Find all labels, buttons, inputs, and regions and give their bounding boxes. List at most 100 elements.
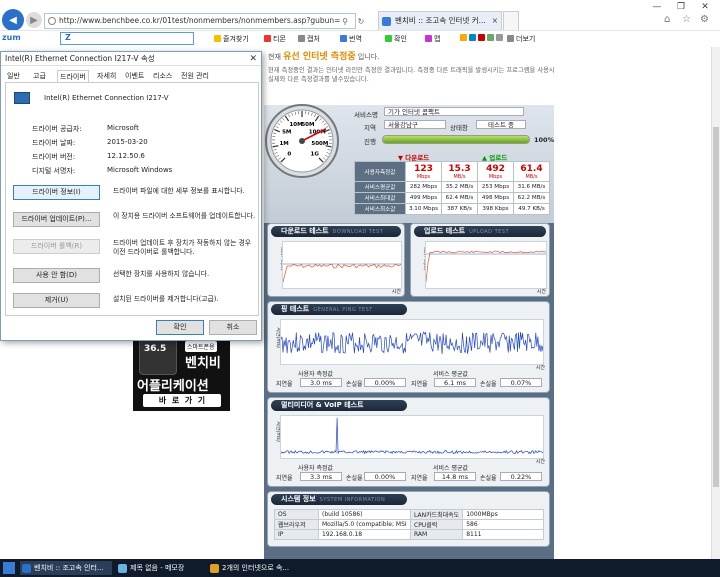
benchbee-speedtest: 현재 유선 인터넷 측정중 입니다. 현재 측정중인 결과는 인터넷 라인만 측… <box>264 47 711 559</box>
table-row: IP 192.168.0.18 RAM 8111 <box>274 529 544 540</box>
status-value: 테스트 중 <box>476 120 526 129</box>
service-value: 기가 인터넷 콤팩트 <box>384 107 524 116</box>
tab-driver[interactable]: 드라이버 <box>57 70 89 82</box>
back-button[interactable]: ◀ <box>2 9 24 31</box>
ping-user-loss: 0.00% <box>364 378 406 387</box>
windows-start-icon[interactable] <box>3 562 15 574</box>
favorite-item[interactable]: 번역 <box>340 34 362 44</box>
scrollbar-thumb[interactable] <box>713 127 719 487</box>
driver-details-button[interactable]: 드라이버 정보(I) <box>13 185 100 200</box>
ping-svc-loss: 0.07% <box>500 378 542 387</box>
ul-mbps: 498 Mbps <box>477 192 514 204</box>
tab-title: 벤치비 :: 조고속 인터넷 커... <box>395 16 486 25</box>
cancel-button[interactable]: 취소 <box>209 320 257 335</box>
unit-mbs: MB/s <box>525 173 538 180</box>
uninstall-button[interactable]: 제거(U) <box>13 293 100 308</box>
device-name: Intel(R) Ethernet Connection I217-V <box>44 94 169 102</box>
sysinfo-panel: 시스템 정보 SYSTEM INFORMATION OS (build 10586… <box>267 491 550 547</box>
prop-label: 디지털 서명자: <box>32 167 76 175</box>
favorite-item[interactable]: 맵 <box>425 34 440 44</box>
download-test-panel: 다운로드 테스트DOWNLOAD TEST 속도(Mbps) 시간 <box>267 223 405 297</box>
voip-user-label: 사용자 측정값 <box>298 465 334 472</box>
rollback-driver-button[interactable]: 드라이버 롤백(R) <box>13 239 100 254</box>
sysinfo-title: 시스템 정보 SYSTEM INFORMATION <box>271 494 407 505</box>
zum-search-input[interactable]: Z <box>60 32 194 45</box>
ok-button[interactable]: 확인 <box>156 320 204 335</box>
status-label: 상태창 <box>450 124 468 132</box>
close-icon[interactable]: ✕ <box>249 52 257 66</box>
results-table: 사용자측정값 123 Mbps 15.3 MB/s 492 Mbps 61.4 MB/s… <box>354 161 550 215</box>
row-label: 서비스최소값 <box>354 203 406 215</box>
page-icon <box>48 17 56 25</box>
benchbee-favicon <box>382 17 391 26</box>
voip-delay-label: 지연율 <box>411 475 428 482</box>
tab-power-management[interactable]: 전원 관리 <box>179 70 211 82</box>
ping-series <box>281 331 543 355</box>
uninstall-desc: 설치된 드라이버를 제거합니다(고급). <box>113 295 219 303</box>
favorite-item[interactable]: 확인 <box>385 34 407 44</box>
voip-graph <box>280 415 544 459</box>
maximize-icon[interactable]: ❐ <box>674 2 688 12</box>
taskbar-item[interactable]: 2개의 인터넷으로 속... <box>208 561 304 575</box>
close-tab-icon[interactable]: × <box>492 12 498 30</box>
tab-advanced[interactable]: 고급 <box>31 70 48 82</box>
unit-mbps: Mbps <box>488 173 503 180</box>
ping-test-title: 핑 테스트 GENERAL PING TEST <box>271 304 407 315</box>
home-icon[interactable]: ⌂ <box>664 14 670 25</box>
ping-service-label: 서비스 평균값 <box>433 371 469 378</box>
forward-button[interactable]: ▶ <box>26 12 42 28</box>
voip-loss-label: 손실율 <box>346 475 363 482</box>
taskbar-item[interactable]: 제목 없음 - 메모장 <box>116 561 206 575</box>
zum-logo[interactable]: zum <box>2 33 21 42</box>
ping-svc-delay: 6.1 ms <box>434 378 476 387</box>
taskbar: 벤치비 :: 조고속 인터... 제목 없음 - 메모장 2개의 인터넷으로 속… <box>0 559 720 577</box>
ie-icon <box>22 564 31 573</box>
prop-value: Microsoft Windows <box>107 166 173 174</box>
tab-details[interactable]: 자세히 <box>95 70 118 82</box>
disable-device-button[interactable]: 사용 안 함(D) <box>13 268 100 283</box>
toolbar-icons <box>460 34 505 42</box>
minimize-icon[interactable]: — <box>650 2 664 12</box>
tab-benchbee[interactable]: 벤치비 :: 조고속 인터넷 커... × <box>378 11 502 31</box>
tab-resources[interactable]: 리소스 <box>151 70 174 82</box>
benchbee-app-banner[interactable]: 36.5 스마트폰용 벤치비 어플리케이션 바 로 가 기 <box>133 331 230 411</box>
download-series <box>283 263 401 283</box>
dl-mbs: 387 KB/s <box>441 203 478 215</box>
gauge-hub <box>299 138 305 144</box>
region-value: 서울강남구 <box>384 120 446 129</box>
star-icon[interactable]: ☆ <box>682 14 691 25</box>
page-scrollbar[interactable] <box>711 47 720 559</box>
more-button[interactable]: 더보기 <box>507 34 535 44</box>
gear-icon[interactable]: ⚙ <box>700 14 709 25</box>
search-button[interactable]: ⚲ <box>338 13 352 29</box>
progress-bar <box>382 135 530 144</box>
speed-gauge: 01M5M10M50M100M500M1G <box>265 104 339 178</box>
table-row: OS (build 10586) LAN카드최대속도 1000MBps <box>274 509 544 520</box>
ping-loss-label: 손실율 <box>346 381 363 388</box>
tab-events[interactable]: 이벤트 <box>123 70 146 82</box>
ad-line2: 어플리케이션 <box>137 379 209 394</box>
favorite-item[interactable]: 캡처 <box>298 34 320 44</box>
tab-general[interactable]: 일반 <box>5 70 22 82</box>
voip-svc-delay: 14.8 ms <box>434 472 476 481</box>
taskbar-item[interactable]: 벤치비 :: 조고속 인터... <box>20 561 112 575</box>
map-icon <box>425 35 432 42</box>
close-icon[interactable]: ✕ <box>698 2 712 12</box>
driver-tab-body: Intel(R) Ethernet Connection I217-V 드라이버… <box>5 82 259 316</box>
refresh-button[interactable]: ↻ <box>354 13 368 29</box>
ul-mbs: 31.6 MB/s <box>513 181 550 193</box>
progress-label: 진행 <box>364 138 376 146</box>
ping-delay-label: 지연율 <box>276 381 293 388</box>
voip-svc-loss: 0.22% <box>500 472 542 481</box>
address-bar[interactable]: http://www.benchbee.co.kr/01test/nonmemb… <box>44 13 356 29</box>
ul-xlabel: 시간 <box>536 289 546 295</box>
arrow-left-icon: ◀ <box>9 14 17 26</box>
ping-loss-label: 손실율 <box>480 381 497 388</box>
favorite-item[interactable]: 티몬 <box>264 34 286 44</box>
voip-loss-label: 손실율 <box>480 475 497 482</box>
new-tab-button[interactable] <box>503 11 519 31</box>
phone-image: 36.5 <box>139 335 177 375</box>
update-driver-button[interactable]: 드라이버 업데이트(P)... <box>13 212 100 227</box>
favorite-item[interactable]: 즐겨찾기 <box>214 34 249 44</box>
header-title: 유선 인터넷 측정중 <box>283 52 356 62</box>
